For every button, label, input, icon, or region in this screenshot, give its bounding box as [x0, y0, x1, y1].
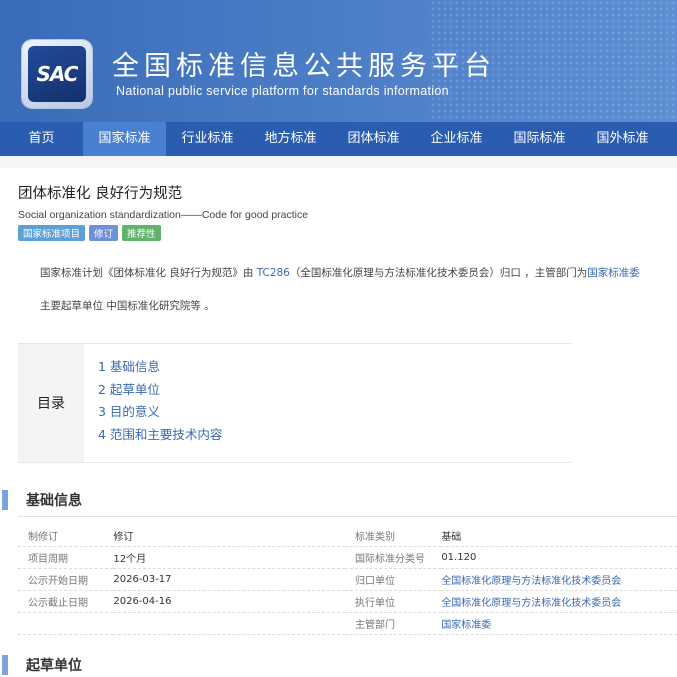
field-label: 执行单位 — [354, 598, 395, 609]
field-label: 公示开始日期 — [28, 576, 88, 587]
field-value: 基础 — [441, 532, 462, 543]
toc-item[interactable]: 1 基础信息 — [98, 356, 222, 379]
section-title: 基础信息 — [26, 493, 82, 509]
field-value: 12个月 — [113, 554, 147, 565]
table-cell: 12个月 — [113, 546, 345, 569]
table-row: 项目周期 12个月 国际标准分类号 01.120 — [18, 546, 677, 569]
table-cell: 01.120 — [441, 546, 677, 569]
intro-drafters: 主要起草单位 中国标准化研究院等 。 — [40, 300, 215, 312]
site-subtitle: National public service platform for sta… — [116, 84, 449, 98]
nav-item[interactable]: 行业标准 — [166, 122, 249, 156]
section-basic-info: 基础信息 — [0, 490, 677, 510]
field-value: 修订 — [113, 532, 134, 543]
nav-item[interactable]: 国外标准 — [581, 122, 664, 156]
badges: 国家标准项目 修订 推荐性 — [18, 225, 677, 241]
nav-item[interactable]: 国家标准 — [83, 122, 166, 156]
table-cell: 标准类别 — [344, 525, 442, 547]
table-row: 主管部门 国家标准委 — [18, 612, 677, 635]
field-value-link[interactable]: 国家标准委 — [441, 620, 491, 631]
table-cell: 全国标准化原理与方法标准化技术委员会 — [441, 568, 677, 591]
field-label: 标准类别 — [354, 532, 395, 543]
field-label: 制修订 — [28, 532, 58, 543]
field-value: 2026-04-16 — [113, 596, 172, 607]
table-cell: 主管部门 — [344, 612, 442, 635]
toc-item[interactable]: 4 范围和主要技术内容 — [98, 424, 222, 447]
table-cell: 2026-04-16 — [113, 590, 345, 613]
intro-text-b: （全国标准化原理与方法标准化技术委员会）归口 ，主管部门为 — [289, 267, 588, 279]
field-label: 国际标准分类号 — [354, 554, 425, 565]
table-cell: 国家标准委 — [441, 612, 677, 635]
tc-link[interactable]: TC286 — [257, 267, 290, 279]
standard-header: 团体标准化 良好行为规范 Social organization standar… — [0, 168, 677, 241]
nav-item[interactable]: 首页 — [0, 122, 83, 156]
table-cell: 项目周期 — [18, 546, 114, 569]
field-value-link[interactable]: 全国标准化原理与方法标准化技术委员会 — [441, 576, 621, 587]
table-cell: 公示截止日期 — [18, 590, 114, 613]
field-value-link[interactable]: 全国标准化原理与方法标准化技术委员会 — [441, 598, 621, 609]
basic-info-table: 制修订 修订 标准类别 基础项目周期 12个月 国际标准分类号 01.120 公示开始日期 20… — [18, 525, 677, 635]
table-cell: 制修订 — [18, 525, 114, 547]
nav-item[interactable]: 国际标准 — [498, 122, 581, 156]
table-cell: 归口单位 — [344, 568, 442, 591]
table-row: 公示截止日期 2026-04-16 执行单位 全国标准化原理与方法标准化技术委员会 — [18, 590, 677, 613]
table-cell: 执行单位 — [344, 590, 442, 613]
table-cell: 全国标准化原理与方法标准化技术委员会 — [441, 590, 677, 613]
status-badge: 推荐性 — [122, 225, 161, 241]
table-row: 制修订 修订 标准类别 基础 — [18, 525, 677, 547]
field-label: 归口单位 — [354, 576, 395, 587]
table-cell: 公示开始日期 — [18, 568, 114, 591]
field-label: 公示截止日期 — [28, 598, 88, 609]
section-marker — [2, 655, 8, 675]
standard-title-en: Social organization standardization——Cod… — [18, 209, 309, 221]
field-value: 2026-03-17 — [113, 574, 172, 585]
section-drafters: 起草单位 — [0, 655, 677, 675]
spacer — [0, 156, 677, 168]
status-badge: 国家标准项目 — [18, 225, 86, 241]
table-cell: 修订 — [113, 525, 345, 547]
standard-title: 团体标准化 良好行为规范 — [18, 186, 183, 202]
table-cell — [113, 612, 345, 635]
intro-text: 国家标准计划《团体标准化 良好行为规范》由 TC286（全国标准化原理与方法标准… — [0, 241, 677, 331]
table-cell — [18, 612, 114, 635]
table-row: 公示开始日期 2026-03-17 归口单位 全国标准化原理与方法标准化技术委员会 — [18, 568, 677, 591]
authority-link[interactable]: 国家标准委 — [587, 267, 640, 279]
table-cell: 2026-03-17 — [113, 568, 345, 591]
nav-item[interactable]: 地方标准 — [249, 122, 332, 156]
site-title: 全国标准信息公共服务平台 — [112, 51, 496, 82]
field-value: 01.120 — [441, 552, 477, 563]
main-nav: 首页 国家标准 行业标准 地方标准 团体标准 企业标准 国际标准 国外标准 — [0, 122, 677, 156]
nav-item[interactable]: 企业标准 — [415, 122, 498, 156]
toc-item[interactable]: 3 目的意义 — [98, 401, 222, 424]
divider — [18, 516, 677, 517]
table-cell: 基础 — [441, 525, 677, 547]
field-label: 项目周期 — [28, 554, 68, 565]
field-label: 主管部门 — [354, 620, 395, 631]
table-cell: 国际标准分类号 — [344, 546, 442, 569]
status-badge: 修订 — [89, 225, 119, 241]
sac-logo[interactable]: SAC — [22, 40, 92, 108]
section-title: 起草单位 — [26, 658, 82, 674]
header-banner: SAC 全国标准信息公共服务平台 National public service… — [0, 0, 677, 122]
toc-item[interactable]: 2 起草单位 — [98, 379, 222, 402]
nav-item[interactable]: 团体标准 — [332, 122, 415, 156]
logo-text: SAC — [28, 46, 86, 102]
table-of-contents: 目录 1 基础信息 2 起草单位 3 目的意义 4 范围和主要技术内容 — [18, 343, 572, 463]
section-marker — [2, 490, 8, 510]
toc-label: 目录 — [18, 344, 84, 462]
toc-list: 1 基础信息 2 起草单位 3 目的意义 4 范围和主要技术内容 — [84, 344, 222, 462]
intro-text-a: 国家标准计划《团体标准化 良好行为规范》由 — [40, 267, 257, 279]
